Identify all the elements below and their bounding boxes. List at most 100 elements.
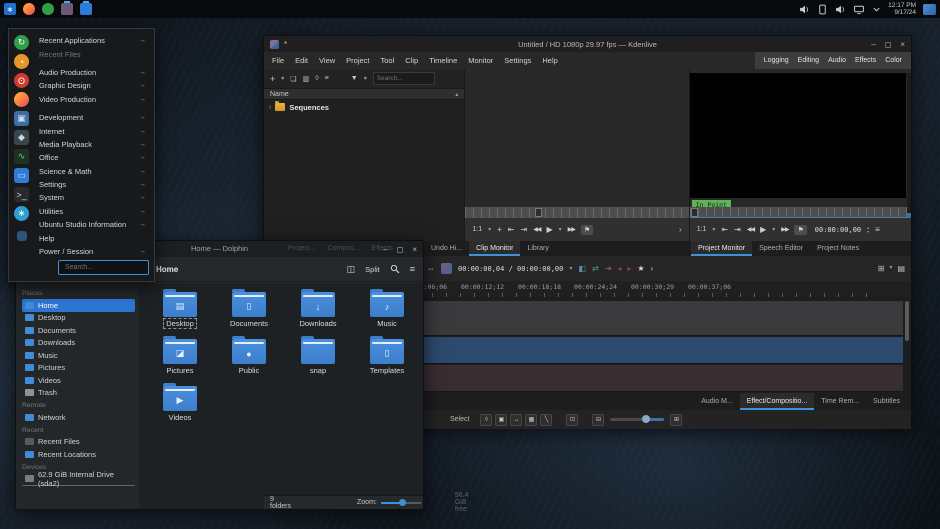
menubar-item[interactable]: Tool — [381, 56, 395, 65]
menubar-item[interactable]: Project — [346, 56, 369, 65]
marker-button[interactable]: ⚑ — [581, 225, 593, 235]
lift-icon[interactable]: ◂ — [617, 264, 621, 273]
timeline-scrollbar[interactable] — [905, 301, 909, 341]
dock-tab[interactable]: Speech Editor — [752, 241, 810, 256]
menubar-item[interactable]: Edit — [295, 56, 308, 65]
more-toolbar-icon[interactable]: › — [651, 264, 654, 273]
sort-order-icon[interactable]: ▴ — [455, 91, 458, 98]
workspace-button[interactable]: Logging — [764, 57, 789, 64]
zoom-dropdown-icon[interactable]: ▾ — [488, 226, 491, 233]
menu-category-item[interactable]: Media Playback → — [37, 138, 148, 151]
file-manager-icon[interactable]: ▭ — [14, 168, 29, 183]
delete-icon[interactable]: ▥ — [303, 75, 310, 83]
folder-item[interactable]: ▯ Documents — [216, 289, 282, 336]
folder-item[interactable]: ● Public — [216, 336, 282, 383]
menu-category-item[interactable]: Recent Files — [37, 47, 148, 60]
project-monitor-ruler[interactable] — [690, 207, 911, 218]
view-zoom-slider[interactable] — [381, 502, 421, 504]
menubar-item[interactable]: View — [319, 56, 335, 65]
menubar-item[interactable]: Clip — [405, 56, 418, 65]
menu-category-item[interactable]: Office → — [37, 151, 148, 164]
places-item[interactable]: Network — [22, 411, 135, 424]
recent-applications-icon[interactable]: ↻ — [14, 35, 29, 50]
snap-icon[interactable]: ╲ — [540, 414, 552, 426]
folder-item[interactable]: ▶ Videos — [147, 383, 213, 430]
places-item[interactable]: Videos — [22, 374, 135, 387]
terminal-icon[interactable]: >_ — [14, 187, 29, 202]
bin-search-input[interactable] — [373, 72, 435, 85]
places-item[interactable]: Documents — [22, 324, 135, 337]
places-item[interactable]: Downloads — [22, 337, 135, 350]
task-dolphin-icon[interactable] — [80, 3, 92, 15]
menu-category-item[interactable]: Help — [37, 231, 148, 244]
zoom-dropdown-icon[interactable]: ▾ — [712, 226, 715, 233]
video-thumbnails-icon[interactable]: ▣ — [495, 414, 507, 426]
add-marker-button[interactable]: + — [497, 225, 502, 234]
workspace-button[interactable]: Effects — [855, 57, 876, 64]
zoom-level[interactable]: 1:1 — [697, 226, 707, 233]
gimp-icon[interactable]: ◆ — [14, 130, 29, 145]
set-out-point-icon[interactable]: ⇥ — [521, 225, 528, 234]
split-view-icon[interactable]: ◫ — [347, 264, 356, 275]
audacity-icon[interactable]: ∿ — [14, 149, 29, 164]
bin-empty-area[interactable] — [264, 114, 464, 241]
folder-item[interactable]: ↓ Downloads — [285, 289, 351, 336]
menubar-item[interactable]: Timeline — [429, 56, 457, 65]
task-kdenlive-icon[interactable] — [61, 3, 73, 15]
overwrite-icon[interactable]: ▸ — [627, 264, 631, 273]
audio-thumbnails-icon[interactable]: ↔ — [510, 414, 522, 426]
tag-tool-icon[interactable]: ◊ — [480, 414, 492, 426]
playhead-marker[interactable] — [535, 208, 542, 217]
preview-render-icon[interactable]: ⊞ — [878, 264, 885, 273]
menu-category-item[interactable]: Settings → — [37, 178, 148, 191]
places-item[interactable]: Desktop — [22, 312, 135, 325]
minimize-button[interactable]: – — [871, 40, 875, 49]
dock-tab[interactable]: Project Notes — [810, 241, 866, 256]
places-item[interactable]: Music — [22, 349, 135, 362]
fast-forward-icon[interactable]: ▶▶ — [568, 226, 575, 233]
workspace-button[interactable]: Audio — [828, 57, 846, 64]
view-mode-icon[interactable]: ≡ — [325, 75, 329, 82]
menu-category-item[interactable]: Utilities → — [37, 205, 148, 218]
timeline-timecodes[interactable]: 00:00:00,04 / 00:00:00,00 — [458, 265, 563, 273]
fit-timeline-icon[interactable]: ⊡ — [566, 414, 578, 426]
menubar-item[interactable]: Settings — [504, 56, 531, 65]
filter-icon[interactable]: ▼ — [351, 75, 358, 82]
rewind-icon[interactable]: ◀◀ — [747, 226, 754, 233]
panel-widget-icon[interactable] — [923, 4, 936, 15]
clip-monitor-ruler[interactable] — [465, 207, 688, 218]
maximize-button[interactable]: ◻ — [397, 245, 404, 254]
rewind-icon[interactable]: ◀◀ — [533, 226, 540, 233]
close-button[interactable]: × — [900, 40, 905, 49]
filter-dropdown-icon[interactable]: ▾ — [364, 75, 367, 82]
clock[interactable]: 12:17 PM 9/17/24 — [888, 2, 916, 16]
minimize-button[interactable]: – — [383, 245, 387, 254]
ubuntu-studio-icon[interactable]: ∗ — [14, 206, 29, 221]
fast-forward-icon[interactable]: ▶▶ — [781, 226, 788, 233]
folder-item[interactable]: ♪ Music — [354, 289, 420, 336]
expand-icon[interactable]: › — [269, 104, 271, 111]
device-icon[interactable] — [817, 4, 828, 15]
media-app-panel-icon[interactable] — [42, 3, 54, 15]
firefox-icon[interactable] — [14, 92, 29, 107]
app-menu-launcher-icon[interactable]: ∗ — [4, 3, 16, 15]
create-folder-icon[interactable]: ❏ — [290, 75, 296, 83]
set-in-point-icon[interactable]: ⇤ — [721, 225, 728, 234]
marker-button[interactable]: ⚑ — [794, 225, 806, 235]
mix-clips-icon[interactable]: ◧ — [578, 264, 586, 273]
set-out-point-icon[interactable]: ⇥ — [734, 225, 741, 234]
firefox-panel-icon[interactable] — [23, 3, 35, 15]
add-clip-button[interactable]: + — [270, 74, 275, 84]
insert-zone-icon[interactable]: ⇄ — [592, 264, 599, 273]
menu-category-item[interactable]: Graphic Design → — [37, 79, 148, 92]
menu-search-input[interactable] — [65, 264, 156, 271]
search-icon[interactable] — [390, 264, 400, 274]
menu-category-item[interactable]: System → — [37, 191, 148, 204]
hamburger-menu-icon[interactable]: ≡ — [410, 264, 415, 274]
dock-tab[interactable]: Audio M... — [694, 393, 740, 410]
menu-category-item[interactable]: Power / Session → — [37, 245, 148, 258]
dock-tab[interactable]: Project Monitor — [691, 241, 752, 256]
close-button[interactable]: × — [412, 245, 417, 254]
folder-item[interactable]: snap — [285, 336, 351, 383]
zoom-level[interactable]: 1:1 — [472, 226, 482, 233]
